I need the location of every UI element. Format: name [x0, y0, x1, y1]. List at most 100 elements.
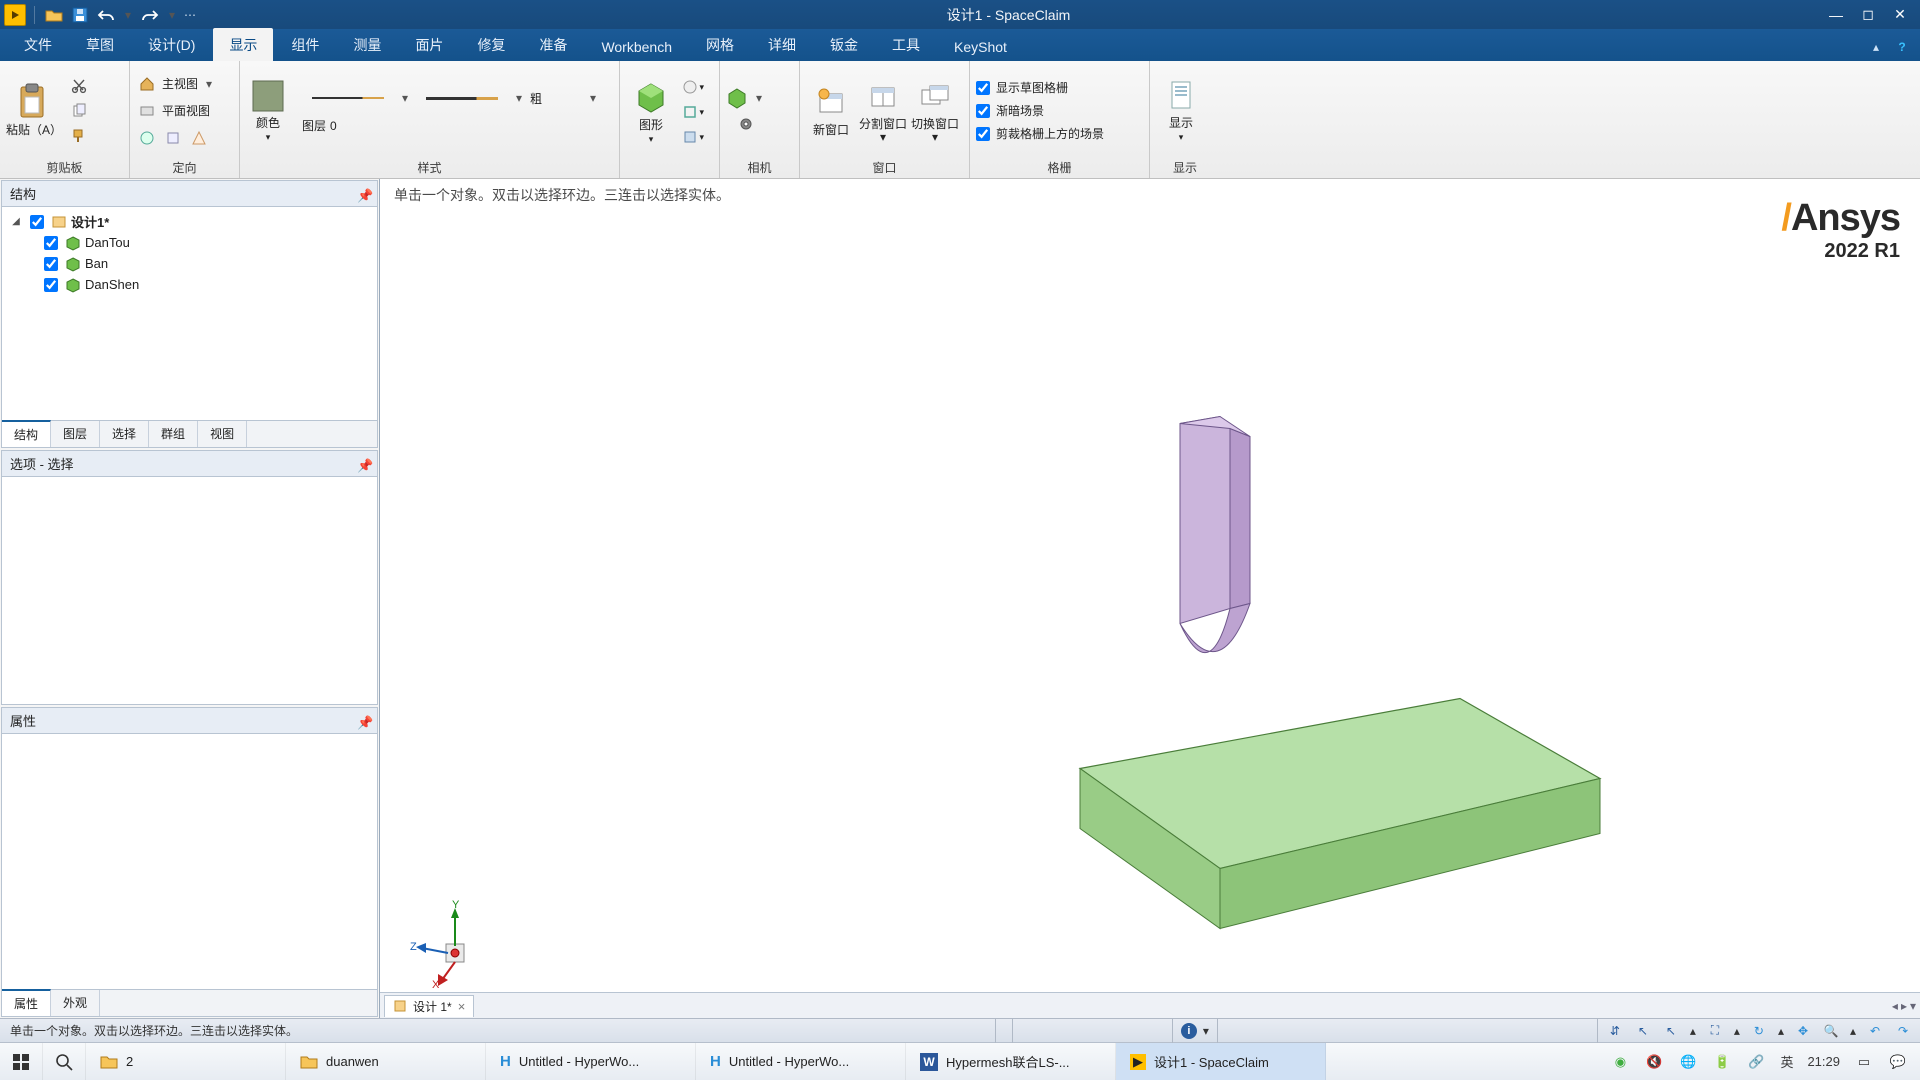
- taskbar-item-spaceclaim[interactable]: ▶ 设计1 - SpaceClaim: [1116, 1043, 1326, 1080]
- clock[interactable]: 21:29: [1807, 1054, 1840, 1069]
- tray-volume-icon[interactable]: 🔇: [1644, 1052, 1664, 1072]
- redo-icon[interactable]: [139, 4, 161, 26]
- tab-keyshot[interactable]: KeyShot: [938, 32, 1023, 61]
- status-redo-icon[interactable]: ↷: [1894, 1022, 1912, 1040]
- status-undo-icon[interactable]: ↶: [1866, 1022, 1884, 1040]
- checkbox-show-sketch-grid[interactable]: 显示草图格栅: [976, 77, 1104, 99]
- save-icon[interactable]: [69, 4, 91, 26]
- status-cursor-icon[interactable]: ↖: [1634, 1022, 1652, 1040]
- linestyle-selector-2[interactable]: [416, 87, 508, 109]
- plan-view-button[interactable]: 平面视图: [136, 100, 216, 122]
- status-move-icon[interactable]: ✥: [1794, 1022, 1812, 1040]
- tab-assembly[interactable]: 组件: [275, 28, 335, 61]
- graphics-opt-1[interactable]: ▾: [682, 76, 704, 98]
- undo-dropdown[interactable]: ▾: [121, 8, 135, 22]
- close-button[interactable]: ✕: [1886, 4, 1914, 26]
- subtab-structure[interactable]: 结构: [2, 420, 51, 447]
- open-icon[interactable]: [43, 4, 65, 26]
- cut-icon[interactable]: [68, 75, 90, 97]
- structure-tree[interactable]: ◢ 设计1* DanTou Ban: [2, 207, 377, 420]
- tray-notifications-icon[interactable]: 💬: [1888, 1052, 1908, 1072]
- tab-nav-menu[interactable]: ▾: [1910, 999, 1916, 1013]
- pin-icon[interactable]: 📌: [357, 188, 369, 200]
- taskbar-item-hw2[interactable]: H Untitled - HyperWo...: [696, 1043, 906, 1080]
- tab-sheetmetal[interactable]: 钣金: [814, 28, 874, 61]
- tab-facet[interactable]: 面片: [399, 28, 459, 61]
- pin-icon[interactable]: 📌: [357, 458, 369, 470]
- tree-item-danshen[interactable]: DanShen: [6, 274, 373, 295]
- viewport-3d[interactable]: 单击一个对象。双击以选择环边。三连击以选择实体。 /Ansys 2022 R1: [380, 179, 1920, 1018]
- status-cursor2-icon[interactable]: ↖: [1662, 1022, 1680, 1040]
- subtab-groups[interactable]: 群组: [149, 421, 198, 447]
- orientation-triad[interactable]: Y Z X: [410, 900, 500, 990]
- status-updown-icon[interactable]: ⇵: [1606, 1022, 1624, 1040]
- color-button[interactable]: 颜色▾: [246, 65, 290, 157]
- layer-selector[interactable]: 图层0: [302, 117, 600, 134]
- subtab-selection[interactable]: 选择: [100, 421, 149, 447]
- tree-item-dantou[interactable]: DanTou: [6, 232, 373, 253]
- tab-detail[interactable]: 详细: [752, 28, 812, 61]
- tray-cloud-icon[interactable]: ◉: [1610, 1052, 1630, 1072]
- copy-icon[interactable]: [68, 100, 90, 122]
- new-window-button[interactable]: 新窗口: [806, 65, 856, 157]
- model-plate[interactable]: [1080, 699, 1600, 929]
- tab-tools[interactable]: 工具: [876, 28, 936, 61]
- paste-button[interactable]: 粘贴（A）: [6, 65, 62, 157]
- orient-small-3[interactable]: [188, 127, 210, 149]
- status-zoom-icon[interactable]: 🔍: [1822, 1022, 1840, 1040]
- minimize-button[interactable]: —: [1822, 4, 1850, 26]
- taskbar-item-folder2[interactable]: duanwen: [286, 1043, 486, 1080]
- document-tab[interactable]: 设计 1* ×: [384, 995, 474, 1017]
- subtab-views[interactable]: 视图: [198, 421, 247, 447]
- tree-item-ban[interactable]: Ban: [6, 253, 373, 274]
- qat-customize[interactable]: ⋯: [183, 8, 197, 22]
- subtab-props[interactable]: 属性: [2, 989, 51, 1016]
- maximize-button[interactable]: ◻: [1854, 4, 1882, 26]
- tab-workbench[interactable]: Workbench: [585, 32, 688, 61]
- camera-gear-icon[interactable]: [735, 113, 757, 135]
- ribbon-collapse-icon[interactable]: ▴: [1866, 37, 1886, 57]
- checkbox-clip-above-grid[interactable]: 剪裁格栅上方的场景: [976, 123, 1104, 145]
- start-button[interactable]: [0, 1043, 43, 1080]
- orient-small-2[interactable]: [162, 127, 184, 149]
- paint-icon[interactable]: [68, 125, 90, 147]
- switch-window-button[interactable]: 切换窗口 ▾: [910, 65, 960, 157]
- tray-network-icon[interactable]: 🌐: [1678, 1052, 1698, 1072]
- orient-small-1[interactable]: [136, 127, 158, 149]
- taskbar-item-word[interactable]: W Hypermesh联合LS-...: [906, 1043, 1116, 1080]
- pin-icon[interactable]: 📌: [357, 715, 369, 727]
- tray-screen-icon[interactable]: ▭: [1854, 1052, 1874, 1072]
- info-icon[interactable]: i: [1181, 1023, 1197, 1039]
- help-icon[interactable]: ?: [1892, 37, 1912, 57]
- model-projectile[interactable]: [1180, 417, 1250, 653]
- taskbar-item-hw1[interactable]: H Untitled - HyperWo...: [486, 1043, 696, 1080]
- camera-cube-icon[interactable]: [726, 87, 748, 109]
- graphics-opt-3[interactable]: ▾: [682, 126, 704, 148]
- status-fit-icon[interactable]: ⛶: [1706, 1022, 1724, 1040]
- close-tab-icon[interactable]: ×: [458, 999, 466, 1014]
- checkbox-fade-scene[interactable]: 渐暗场景: [976, 100, 1104, 122]
- ime-indicator[interactable]: 英: [1780, 1052, 1793, 1071]
- lineweight-dropdown[interactable]: ▾: [586, 91, 600, 105]
- search-button[interactable]: [43, 1043, 86, 1080]
- taskbar-item-folder1[interactable]: 2: [86, 1043, 286, 1080]
- tab-display[interactable]: 显示: [213, 28, 273, 61]
- tab-file[interactable]: 文件: [8, 28, 68, 61]
- undo-icon[interactable]: [95, 4, 117, 26]
- tab-prepare[interactable]: 准备: [523, 28, 583, 61]
- tree-root[interactable]: ◢ 设计1*: [6, 211, 373, 232]
- tab-measure[interactable]: 测量: [337, 28, 397, 61]
- graphics-button[interactable]: 图形▾: [626, 66, 676, 158]
- tab-mesh[interactable]: 网格: [690, 28, 750, 61]
- subtab-layers[interactable]: 图层: [51, 421, 100, 447]
- tray-battery-icon[interactable]: 🔋: [1712, 1052, 1732, 1072]
- show-button[interactable]: 显示▾: [1156, 65, 1206, 157]
- tray-link-icon[interactable]: 🔗: [1746, 1052, 1766, 1072]
- tab-design[interactable]: 设计(D): [132, 28, 211, 61]
- linestyle-selector[interactable]: [302, 87, 394, 109]
- split-window-button[interactable]: 分割窗口 ▾: [858, 65, 908, 157]
- graphics-opt-2[interactable]: ▾: [682, 101, 704, 123]
- tab-sketch[interactable]: 草图: [70, 28, 130, 61]
- redo-dropdown[interactable]: ▾: [165, 8, 179, 22]
- status-rotate-icon[interactable]: ↻: [1750, 1022, 1768, 1040]
